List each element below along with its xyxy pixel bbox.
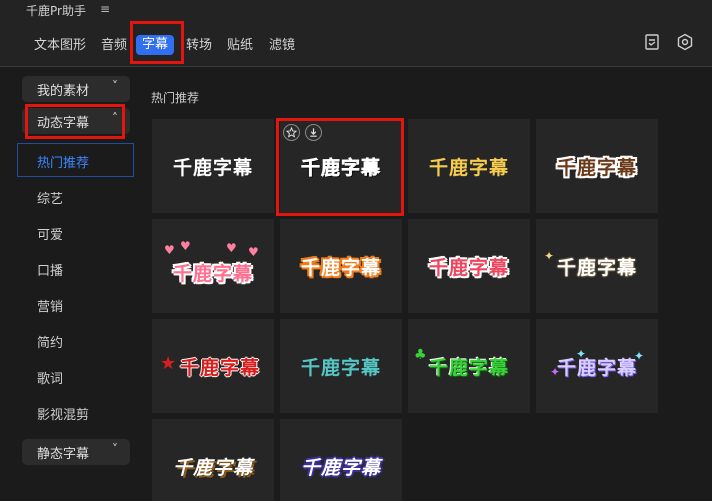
subtitle-card[interactable]: ♥ ♥ ♥ ♥ 千鹿字幕 (152, 219, 274, 313)
subtitle-card[interactable]: ✦ 千鹿字幕 (536, 219, 658, 313)
folder-label: 我的素材 (37, 84, 90, 99)
subtitle-card[interactable]: 千鹿字幕 (280, 319, 402, 413)
sidebar-item-hot[interactable]: 热门推荐 (37, 152, 89, 171)
card-text: 千鹿字幕 (556, 357, 637, 379)
heart-icon: ♥ (180, 239, 191, 253)
subtitle-card[interactable]: 千鹿字幕 (408, 219, 530, 313)
subtitle-card[interactable]: 千鹿字幕 (152, 119, 274, 213)
card-text: 千鹿字幕 (300, 357, 381, 379)
favorite-star-icon[interactable] (283, 124, 300, 141)
app-title: 千鹿Pr助手 (26, 4, 86, 18)
sidebar-item-minimal[interactable]: 简约 (37, 332, 63, 351)
checklist-icon[interactable] (644, 33, 662, 51)
card-text: 千鹿字幕 (179, 357, 260, 379)
tab-transitions[interactable]: 转场 (186, 36, 212, 55)
subtitle-card[interactable]: ✦ ✦ ✦ 千鹿字幕 (536, 319, 658, 413)
tab-audio[interactable]: 音频 (101, 36, 127, 55)
subtitle-card[interactable]: 千鹿字幕 (280, 419, 402, 501)
heart-icon: ♥ (226, 241, 237, 255)
sidebar-item-cute[interactable]: 可爱 (37, 224, 63, 243)
sidebar-item-vlog[interactable]: 口播 (37, 260, 63, 279)
card-text: 千鹿字幕 (300, 457, 381, 479)
tab-stickers[interactable]: 贴纸 (227, 36, 253, 55)
card-text: 千鹿字幕 (428, 357, 509, 379)
highlight-tab-subtitles (130, 21, 184, 64)
gear-icon[interactable] (676, 33, 694, 51)
folder-static-subtitles[interactable]: 静态字幕 ˅ (22, 439, 130, 465)
chevron-down-icon: ˅ (112, 442, 118, 456)
heart-icon: ♥ (248, 245, 259, 259)
subtitle-card[interactable]: ★ 千鹿字幕 (152, 319, 274, 413)
sidebar-item-marketing[interactable]: 营销 (37, 296, 63, 315)
tab-filters[interactable]: 滤镜 (269, 36, 295, 55)
subtitle-card[interactable]: ♣ 千鹿字幕 (408, 319, 530, 413)
card-text: 千鹿字幕 (300, 257, 381, 279)
subtitle-card[interactable]: 千鹿字幕 (536, 119, 658, 213)
highlight-folder-animated (25, 104, 125, 139)
card-text: 千鹿字幕 (172, 157, 253, 179)
sidebar-item-variety[interactable]: 综艺 (37, 188, 63, 207)
folder-my-assets[interactable]: 我的素材 ˅ (22, 76, 130, 102)
subtitle-card[interactable]: 千鹿字幕 (408, 119, 530, 213)
hamburger-menu-icon[interactable]: ≡ (100, 2, 110, 16)
tab-bar: 文本图形 音频 字幕 转场 贴纸 滤镜 (0, 20, 712, 67)
tab-text-graphics[interactable]: 文本图形 (34, 36, 86, 55)
card-text: 千鹿字幕 (172, 263, 253, 285)
chevron-down-icon: ˅ (112, 79, 118, 93)
card-text: 千鹿字幕 (172, 457, 253, 479)
card-text: 千鹿字幕 (428, 157, 509, 179)
subtitle-card[interactable]: 千鹿字幕 (280, 219, 402, 313)
card-text: 千鹿字幕 (556, 257, 637, 279)
title-bar: 千鹿Pr助手 ≡ (0, 0, 712, 20)
section-title: 热门推荐 (151, 91, 200, 105)
card-text: 千鹿字幕 (556, 157, 637, 179)
download-icon[interactable] (305, 124, 322, 141)
card-text: 千鹿字幕 (428, 257, 509, 279)
subtitle-card[interactable]: 千鹿字幕 (152, 419, 274, 501)
heart-icon: ♥ (164, 243, 175, 257)
sidebar-item-film-mix[interactable]: 影视混剪 (37, 404, 89, 423)
sidebar-item-lyrics[interactable]: 歌词 (37, 368, 63, 387)
folder-label: 静态字幕 (37, 447, 90, 462)
